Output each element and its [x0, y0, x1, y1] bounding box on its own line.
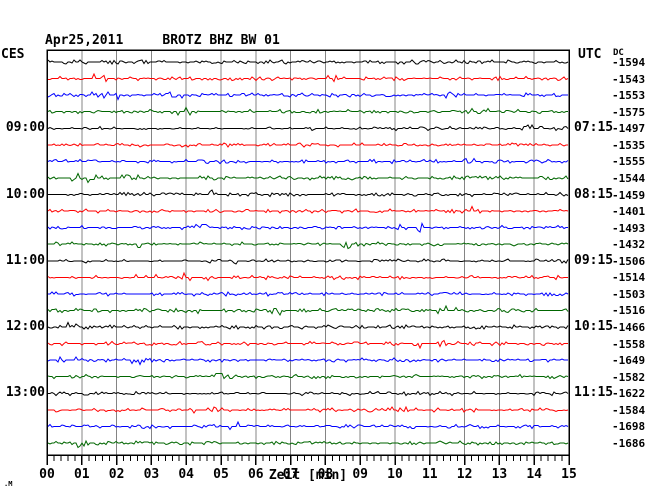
- dc-value: -1575: [612, 105, 646, 119]
- x-tick-label: 04: [178, 467, 195, 482]
- dc-value: -1466: [612, 321, 646, 335]
- seismic-trace-row-4: [47, 106, 568, 117]
- dc-value: -1555: [612, 155, 646, 169]
- seismic-trace-row-23: [47, 420, 569, 431]
- x-tick-label: 02: [108, 467, 125, 482]
- dc-value: -1553: [612, 89, 646, 103]
- dc-value: -1584: [612, 403, 646, 417]
- seismic-trace-row-15: [48, 291, 569, 297]
- dc-value: -1649: [612, 354, 646, 368]
- seismic-trace-row-3: [47, 91, 568, 101]
- dc-value: -1544: [612, 171, 646, 185]
- x-axis-title: Zeit [min]: [268, 468, 348, 483]
- seismic-trace-row-24: [47, 439, 569, 449]
- dc-value: -1594: [612, 56, 646, 69]
- dc-value: -1535: [612, 138, 646, 152]
- x-tick-label: 14: [526, 467, 543, 482]
- dc-value: -1582: [612, 370, 646, 384]
- dc-value: -1459: [612, 188, 646, 202]
- seismic-trace-row-10: [47, 205, 569, 214]
- seismic-trace-row-5: [47, 123, 569, 132]
- dc-value: -1622: [612, 387, 646, 401]
- x-tick-label: 00: [39, 467, 55, 482]
- dc-value: -1497: [612, 122, 646, 136]
- x-tick-label: 01: [73, 467, 90, 482]
- dc-value: -1698: [612, 420, 646, 434]
- dc-value: -1558: [612, 337, 646, 351]
- helicorder-screen: Apr25,2011 BROTZ BHZ BW 01 CES UTC DC 09…: [0, 0, 650, 494]
- seismic-trace-row-1: [47, 59, 569, 65]
- helicorder-plot: [46, 49, 570, 465]
- seismic-trace-row-12: [48, 241, 569, 250]
- seismic-trace-row-9: [48, 189, 569, 198]
- x-tick-label: 13: [491, 467, 508, 482]
- seismic-trace-row-14: [47, 271, 568, 282]
- dc-value: -1516: [612, 304, 646, 318]
- dc-value: -1493: [612, 221, 646, 235]
- seismic-trace-row-16: [47, 304, 569, 317]
- left-hour-label: 12:00: [5, 319, 45, 335]
- seismic-trace-row-20: [47, 373, 569, 380]
- seismic-trace-row-17: [47, 321, 569, 330]
- seismic-trace-row-18: [47, 339, 568, 350]
- dc-value: -1543: [612, 72, 646, 86]
- seismic-trace-row-21: [48, 390, 569, 397]
- x-tick-label: 03: [143, 467, 160, 482]
- x-tick-label: 15: [561, 467, 577, 482]
- corner-artifact: .M: [4, 480, 13, 488]
- seismic-trace-row-22: [48, 405, 569, 414]
- seismic-trace-row-8: [47, 172, 569, 184]
- seismic-trace-row-2: [48, 72, 569, 83]
- left-hour-label: 11:00: [5, 252, 45, 268]
- left-hour-label: 09:00: [5, 120, 45, 136]
- seismic-trace-row-6: [48, 142, 568, 148]
- x-tick-label: 11: [421, 467, 438, 482]
- seismic-trace-row-7: [47, 157, 569, 165]
- left-hour-label: 10:00: [5, 186, 45, 202]
- x-tick-label: 12: [456, 467, 473, 482]
- seismic-trace-row-19: [47, 355, 568, 366]
- dc-value: -1503: [612, 287, 646, 301]
- seismic-trace-row-11: [47, 222, 568, 233]
- dc-value: -1686: [612, 437, 646, 450]
- left-hour-label: 13:00: [5, 385, 45, 401]
- dc-value: -1506: [612, 254, 646, 268]
- dc-value: -1514: [612, 271, 646, 285]
- seismic-trace-row-13: [48, 258, 569, 265]
- dc-value: -1432: [612, 238, 646, 252]
- dc-value: -1401: [612, 205, 646, 219]
